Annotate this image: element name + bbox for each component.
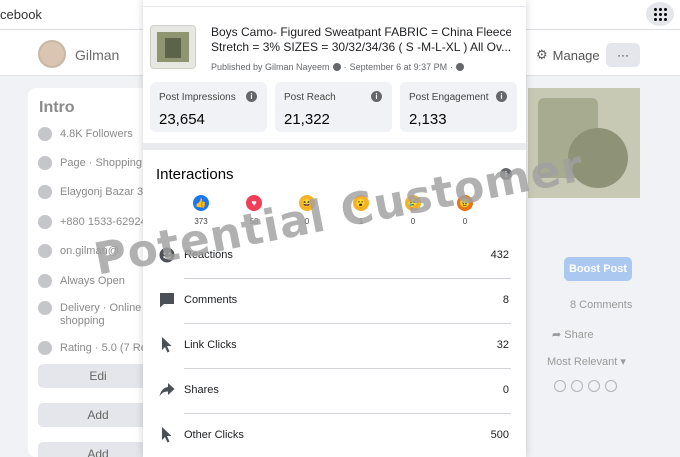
divider: [143, 6, 526, 7]
gif-icon[interactable]: [588, 380, 600, 392]
intro-rating: Rating · 5.0 (7 Re: [38, 341, 147, 355]
info-icon[interactable]: i: [500, 168, 512, 180]
metric-row-link-clicks: Link Clicks 32: [158, 324, 511, 369]
info-icon: [38, 156, 52, 170]
comments-count[interactable]: 8 Comments: [570, 299, 632, 311]
intro-address: Elaygonj Bazar 31: [38, 185, 149, 199]
post-meta: Published by Gilman Nayeem · September 6…: [211, 62, 465, 72]
sad-icon: 😢: [405, 195, 421, 211]
bag-icon: [38, 301, 52, 315]
clock-icon: [38, 274, 52, 288]
reaction-wow: 😮 1: [346, 195, 376, 226]
location-icon: [38, 185, 52, 199]
more-options-button[interactable]: ···: [606, 43, 640, 67]
sticker-icon[interactable]: [605, 380, 617, 392]
like-icon: 👍: [193, 195, 209, 211]
page-avatar[interactable]: [38, 40, 66, 68]
interactions-title: Interactions: [156, 166, 234, 183]
heart-icon: ♥: [246, 195, 262, 211]
intro-card: Intro 4.8K Followers Page · Shopping S E…: [28, 88, 158, 457]
add-featured-button[interactable]: Add: [38, 442, 158, 457]
post-photo[interactable]: [528, 88, 640, 198]
metric-row-reactions: Reactions 432: [158, 234, 511, 279]
post-title: Boys Camo- Figured Sweatpant FABRIC = Ch…: [211, 25, 511, 54]
intro-email[interactable]: on.gilman@: [38, 244, 119, 258]
globe-icon: [456, 63, 465, 71]
camera-icon[interactable]: [571, 380, 583, 392]
metric-row-comments: Comments 8: [158, 279, 511, 324]
reaction-angry: 😠 0: [450, 195, 480, 226]
stat-post-impressions: Post Impressions i 23,654: [150, 82, 267, 132]
page-name[interactable]: Gilman: [75, 47, 119, 63]
edit-details-button[interactable]: Edi: [38, 364, 158, 388]
post-thumbnail[interactable]: [150, 25, 196, 69]
wow-icon: 😮: [353, 195, 369, 211]
apps-menu-button[interactable]: [646, 2, 674, 26]
mail-icon: [38, 244, 52, 258]
reaction-like: 👍 373: [186, 195, 216, 226]
chevron-down-icon: ▾: [620, 356, 626, 368]
intro-followers: 4.8K Followers: [38, 127, 133, 141]
phone-icon: [38, 215, 52, 229]
info-icon[interactable]: i: [496, 91, 507, 102]
comment-tools: [554, 380, 617, 392]
post-insights-dialog: Boys Camo- Figured Sweatpant FABRIC = Ch…: [143, 0, 526, 457]
stat-post-engagement: Post Engagement i 2,133: [400, 82, 517, 132]
share-icon: ➦: [552, 329, 562, 341]
intro-delivery: Delivery · Online L: [38, 301, 150, 315]
share-icon: [158, 381, 176, 399]
intro-phone: +880 1533-62924: [38, 215, 147, 229]
intro-hours: Always Open: [38, 274, 125, 288]
metric-row-shares: Shares 0: [158, 369, 511, 414]
info-icon[interactable]: i: [246, 91, 257, 102]
cursor-icon: [158, 426, 176, 444]
stat-post-reach: Post Reach i 21,322: [275, 82, 392, 132]
smiley-icon: [158, 246, 176, 264]
share-button[interactable]: ➦ Share: [552, 328, 594, 341]
star-icon: [38, 341, 52, 355]
post-preview-column: Boost Post 8 Comments ➦ Share Most Relev…: [528, 76, 640, 457]
intro-title: Intro: [39, 99, 75, 116]
check-icon: [38, 127, 52, 141]
grid-icon: [653, 7, 667, 21]
intro-delivery-cont: shopping: [60, 315, 105, 327]
section-separator: [143, 143, 526, 150]
metric-row-other-clicks: Other Clicks 500: [158, 414, 511, 457]
comment-icon: [158, 291, 176, 309]
reaction-sad: 😢 0: [398, 195, 428, 226]
reaction-love: ♥ 58: [239, 195, 269, 226]
add-hobbies-button[interactable]: Add: [38, 403, 158, 427]
cursor-icon: [158, 336, 176, 354]
angry-icon: 😠: [457, 195, 473, 211]
reaction-haha: 😆 0: [292, 195, 322, 226]
manage-button[interactable]: ⚙ Manage: [530, 43, 606, 67]
help-icon: [332, 63, 341, 71]
intro-category: Page · Shopping S: [38, 156, 152, 170]
info-icon[interactable]: i: [371, 91, 382, 102]
sort-comments-dropdown[interactable]: Most Relevant ▾: [547, 355, 626, 368]
haha-icon: 😆: [299, 195, 315, 211]
emoji-icon[interactable]: [554, 380, 566, 392]
site-name: cebook: [0, 7, 42, 22]
gear-icon: ⚙: [536, 47, 548, 62]
boost-post-button[interactable]: Boost Post: [564, 257, 632, 281]
